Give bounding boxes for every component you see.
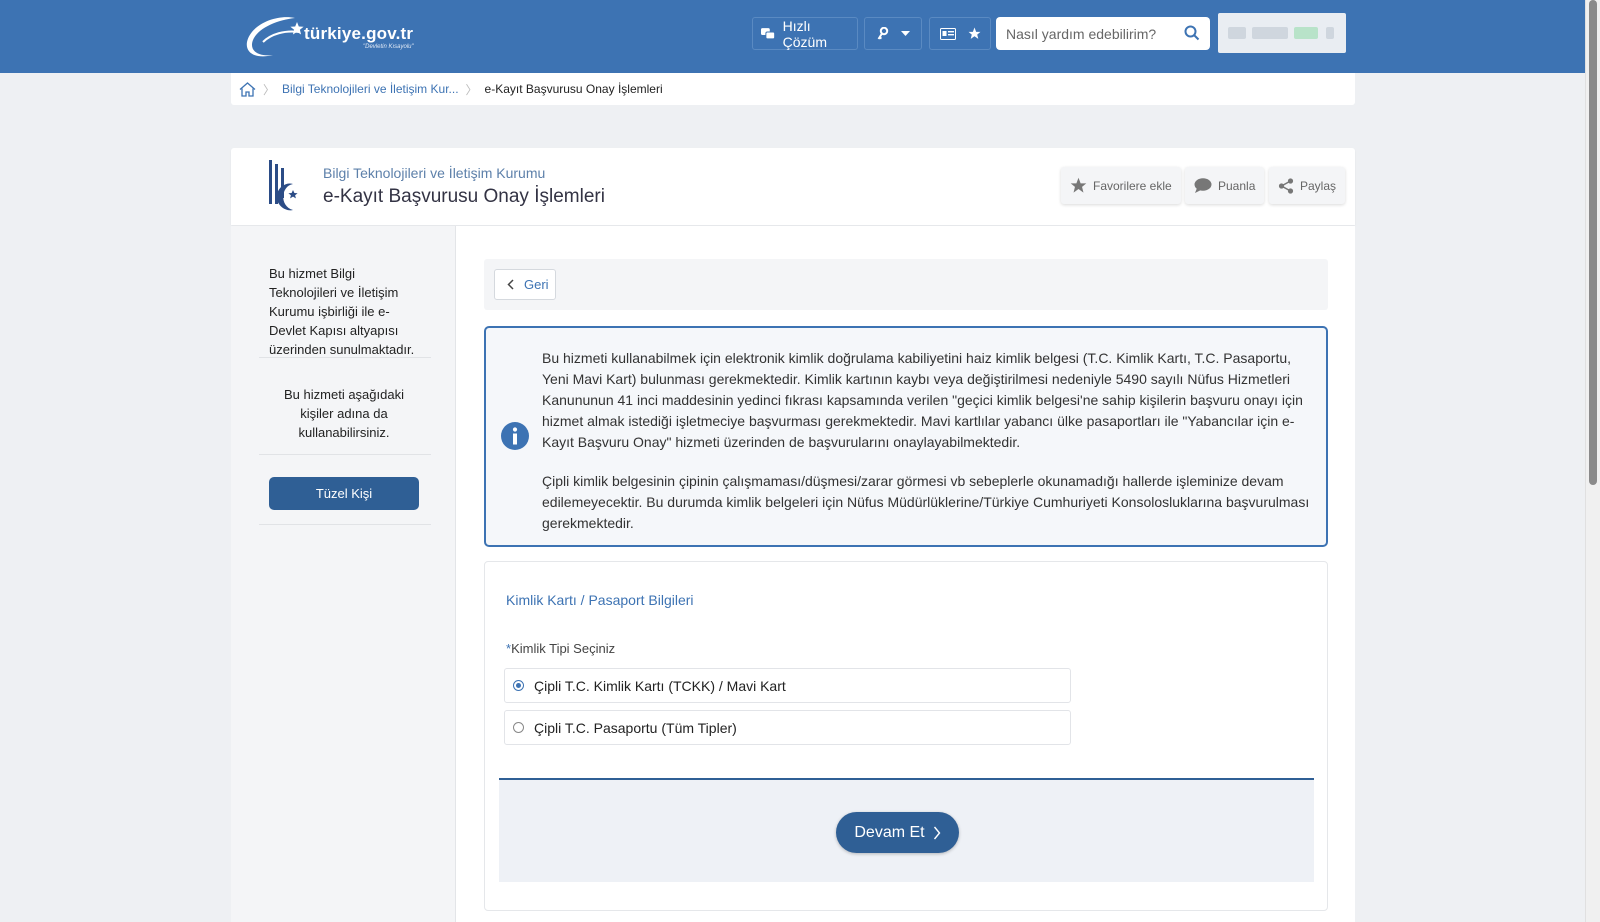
id-type-label-text: Kimlik Tipi Seçiniz (511, 641, 616, 656)
option-label: Çipli T.C. Pasaportu (Tüm Tipler) (534, 719, 737, 736)
divider (259, 524, 431, 525)
id-card-icon[interactable] (939, 27, 956, 40)
redacted-block (1228, 27, 1246, 39)
card-favorites-group (929, 17, 991, 50)
logo-subtext: "Devletin Kısayolu" (363, 44, 414, 50)
divider (259, 454, 431, 455)
rate-label: Puanla (1218, 178, 1256, 193)
speech-bubble-icon (1194, 178, 1212, 193)
id-type-option-passport[interactable]: Çipli T.C. Pasaportu (Tüm Tipler) (504, 710, 1071, 745)
user-profile-redacted[interactable] (1218, 13, 1346, 53)
breadcrumb-current: e-Kayıt Başvurusu Onay İşlemleri (484, 82, 663, 96)
legal-entity-button[interactable]: Tüzel Kişi (269, 477, 419, 510)
service-header: Bilgi Teknolojileri ve İletişim Kurumu e… (231, 148, 1355, 225)
id-type-option-tckk[interactable]: Çipli T.C. Kimlik Kartı (TCKK) / Mavi Ka… (504, 668, 1071, 703)
info-notice: Bu hizmeti kullanabilmek için elektronik… (484, 326, 1328, 547)
search-box (996, 17, 1210, 50)
sidebar: Bu hizmet Bilgi Teknolojileri ve İletişi… (231, 226, 456, 922)
on-behalf-info: Bu hizmeti aşağıdaki kişiler adına da ku… (284, 387, 404, 440)
service-title: e-Kayıt Başvurusu Onay İşlemleri (323, 186, 605, 207)
redacted-block (1294, 27, 1318, 39)
share-button[interactable]: Paylaş (1269, 167, 1346, 204)
id-type-label: *Kimlik Tipi Seçiniz (506, 641, 615, 656)
top-header: türkiye.gov.tr "Devletin Kısayolu" Hızlı… (0, 0, 1585, 73)
id-info-form: Kimlik Kartı / Pasaport Bilgileri *Kimli… (484, 561, 1328, 911)
radio-unselected[interactable] (513, 722, 524, 733)
breadcrumb: 〉 Bilgi Teknolojileri ve İletişim Kur...… (231, 73, 1355, 105)
turkiye-gov-logo[interactable]: türkiye.gov.tr "Devletin Kısayolu" (243, 12, 443, 60)
share-icon (1278, 177, 1294, 194)
service-content: Bu hizmet Bilgi Teknolojileri ve İletişi… (231, 226, 1355, 922)
quick-solution-label: Hızlı Çözüm (782, 17, 828, 50)
search-input[interactable] (996, 17, 1210, 50)
logo-text: türkiye.gov.tr (304, 24, 414, 43)
chevron-right-icon (933, 826, 941, 839)
btk-institution-logo-icon (269, 160, 298, 211)
search-icon[interactable] (1184, 25, 1200, 41)
rate-button[interactable]: Puanla (1185, 167, 1265, 204)
breadcrumb-separator: 〉 (465, 82, 478, 97)
info-paragraph-2: Çipli kimlik belgesinin çipinin çalışmam… (542, 473, 1310, 531)
crescent-star-logo-icon (246, 17, 304, 57)
radio-selected[interactable] (513, 680, 524, 691)
redacted-block (1326, 27, 1334, 39)
chevron-down-icon (900, 30, 910, 36)
home-icon[interactable] (239, 81, 256, 97)
form-title: Kimlik Kartı / Pasaport Bilgileri (506, 592, 694, 608)
institution-name: Bilgi Teknolojileri ve İletişim Kurumu (323, 165, 546, 181)
add-favorite-label: Favorilere ekle (1093, 178, 1172, 193)
option-label: Çipli T.C. Kimlik Kartı (TCKK) / Mavi Ka… (534, 677, 786, 694)
continue-button[interactable]: Devam Et (836, 812, 959, 853)
service-provider-info: Bu hizmet Bilgi Teknolojileri ve İletişi… (269, 266, 415, 357)
breadcrumb-institution-link[interactable]: Bilgi Teknolojileri ve İletişim Kur... (282, 82, 459, 96)
back-label: Geri (524, 277, 549, 292)
back-bar: Geri (484, 259, 1328, 310)
info-icon (501, 422, 529, 450)
quick-solution-button[interactable]: Hızlı Çözüm (752, 17, 858, 50)
page-scrollbar[interactable] (1585, 0, 1600, 922)
back-button[interactable]: Geri (494, 269, 556, 300)
submit-area: Devam Et (499, 778, 1314, 882)
key-icon (877, 26, 888, 40)
continue-label: Devam Et (854, 823, 925, 841)
divider (259, 357, 431, 358)
add-favorite-button[interactable]: Favorilere ekle (1061, 167, 1181, 204)
info-paragraph-1: Bu hizmeti kullanabilmek için elektronik… (542, 350, 1303, 450)
scrollbar-thumb[interactable] (1589, 0, 1597, 485)
login-key-dropdown[interactable] (864, 17, 922, 50)
share-label: Paylaş (1300, 178, 1337, 193)
redacted-block (1252, 27, 1288, 39)
breadcrumb-separator: 〉 (263, 82, 276, 97)
star-icon[interactable] (968, 27, 981, 40)
chevron-left-icon (507, 279, 514, 290)
star-icon (1070, 177, 1087, 193)
chat-bubbles-icon (761, 27, 775, 39)
